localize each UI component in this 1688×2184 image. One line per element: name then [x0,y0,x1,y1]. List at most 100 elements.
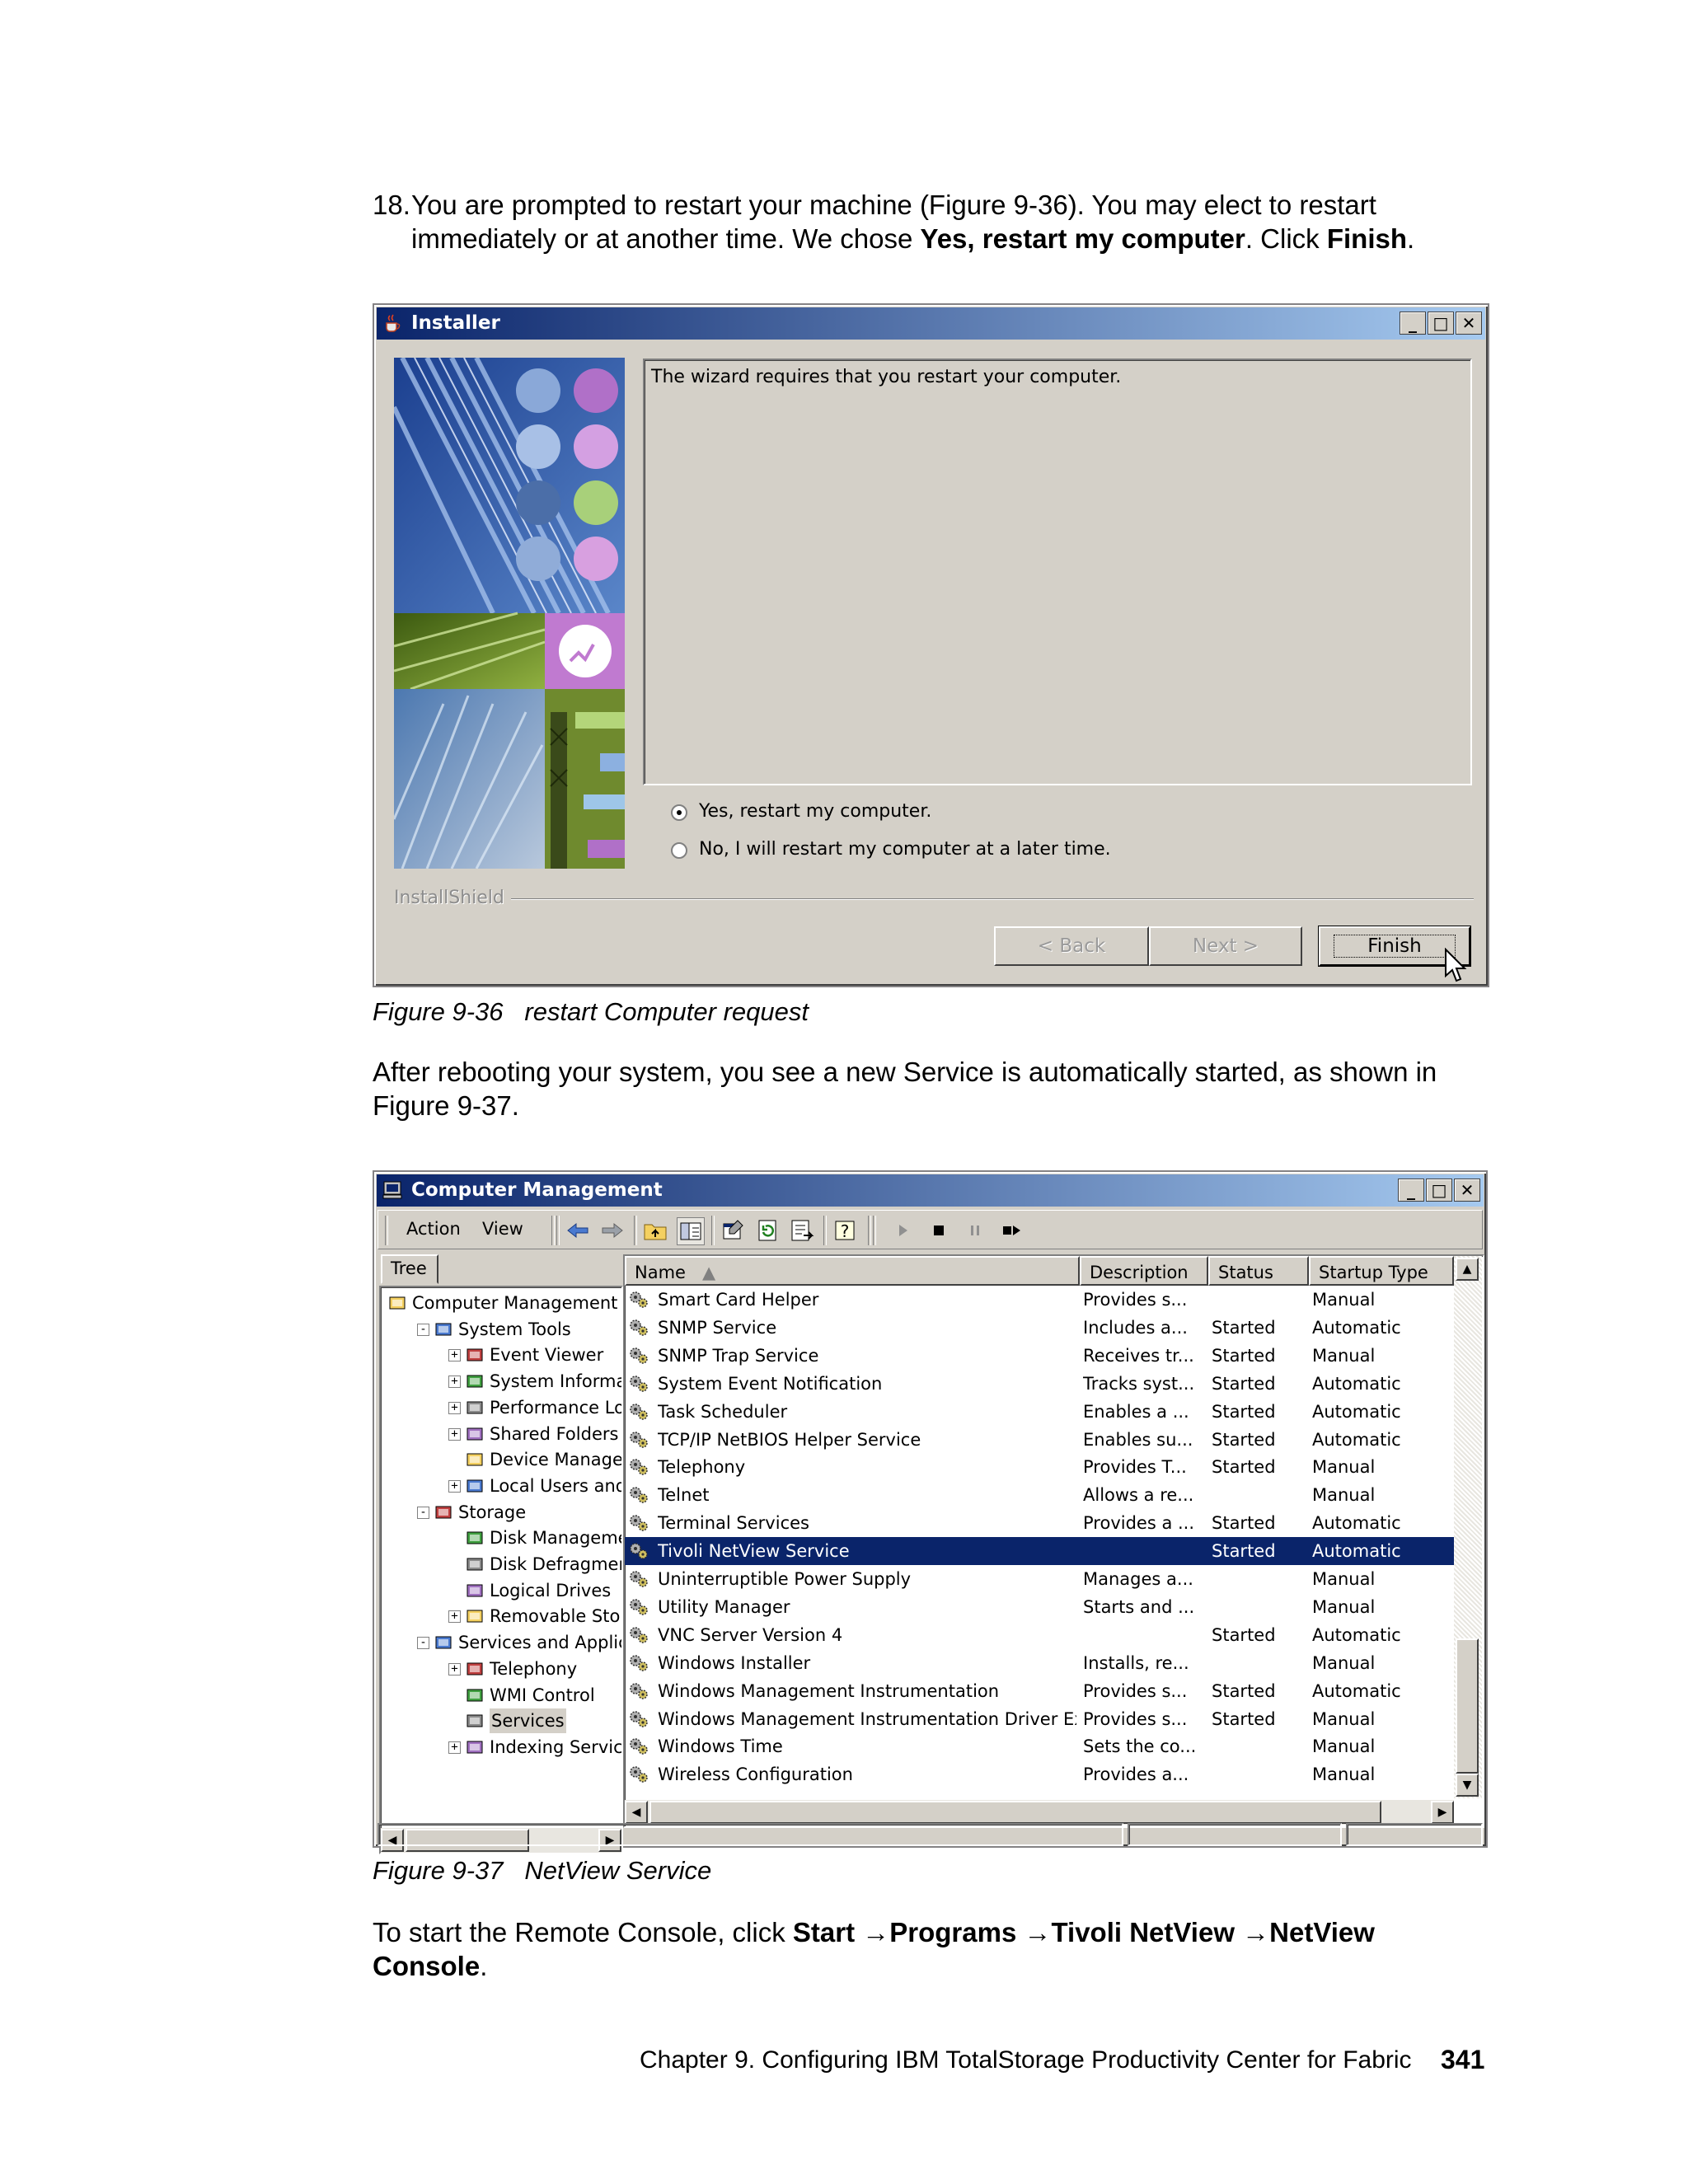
tree-item[interactable]: + Removable Stora [381,1604,621,1629]
table-row[interactable]: Terminal Services Provides a ... Started Au… [625,1509,1454,1537]
table-row[interactable]: SNMP Service Includes a... Started Automati… [625,1314,1454,1342]
reboot-paragraph: After rebooting your system, you see a n… [373,1055,1526,1122]
radio-no-label[interactable]: No, I will restart my computer at a late… [699,839,1111,860]
tree-item[interactable]: Disk Management [381,1526,621,1550]
tree-list: Computer Management (- System Tools + Event… [381,1287,621,1798]
cm-titlebar[interactable]: Computer Management _ □ ✕ [377,1174,1484,1207]
tree-item[interactable]: + Indexing Service [381,1735,621,1760]
table-row[interactable]: Smart Card Helper Provides s... Manual [625,1286,1454,1314]
col-startup-label: Startup Type [1319,1263,1428,1282]
menu-action[interactable]: Action [406,1219,461,1239]
table-row[interactable]: Telephony Provides T... Started Manual [625,1453,1454,1481]
tree-item[interactable]: Disk Defragmente [381,1552,621,1577]
tree-item[interactable]: + Shared Folders [381,1422,621,1446]
services-vscroll[interactable]: ▲ ▼ [1454,1256,1482,1798]
back-arrow-icon[interactable] [565,1217,591,1244]
table-row[interactable]: Wireless Configuration Provides a... Manua… [625,1760,1454,1788]
expand-icon[interactable]: + [448,1479,461,1493]
menu-view[interactable]: View [482,1219,523,1239]
expand-icon[interactable]: + [448,1610,461,1624]
collapse-icon[interactable]: - [417,1506,429,1519]
cell-startup: Manual [1312,1736,1376,1757]
tree-item[interactable]: + Performance Log [381,1395,621,1420]
scroll-down[interactable]: ▼ [1456,1774,1479,1797]
expand-icon[interactable]: + [448,1741,461,1754]
col-description[interactable]: Description [1080,1256,1208,1286]
cell-startup: Automatic [1312,1401,1401,1422]
tree-item[interactable]: Logical Drives [381,1578,621,1603]
tree-item[interactable]: + Event Viewer [381,1343,621,1367]
tree-item[interactable]: + Local Users and ( [381,1474,621,1498]
remote-console-line-1: To start the Remote Console, click Start… [373,1915,1526,1949]
col-status[interactable]: Status [1208,1256,1309,1286]
table-row[interactable]: Task Scheduler Enables a ... Started Automa… [625,1398,1454,1426]
up-folder-icon[interactable] [642,1217,668,1244]
cm-maximize-button[interactable]: □ [1426,1179,1452,1202]
table-row[interactable]: TCP/IP NetBIOS Helper Service Enables su.… [625,1426,1454,1454]
table-row[interactable]: Uninterruptible Power Supply Manages a...… [625,1565,1454,1593]
tree-item[interactable]: - Services and Applicat [381,1630,621,1655]
tree-item[interactable]: WMI Control [381,1683,621,1708]
export-list-icon[interactable] [789,1217,815,1244]
tree-item[interactable]: Device Manager [381,1447,621,1472]
refresh-icon[interactable] [754,1217,781,1244]
expand-icon[interactable]: + [448,1427,461,1441]
cm-close-button[interactable]: ✕ [1454,1179,1480,1202]
cell-name: Windows Management Instrumentation Drive… [658,1708,1076,1729]
figure-9-37-label: Figure 9-37 [373,1856,504,1885]
show-hide-tree-icon[interactable] [677,1217,705,1245]
forward-arrow-icon[interactable] [599,1217,626,1244]
col-startup-type[interactable]: Startup Type [1309,1256,1454,1286]
brand-divider [511,898,1474,900]
expand-icon[interactable]: + [448,1376,461,1389]
tree-tab[interactable]: Tree [381,1254,438,1284]
tree-item[interactable]: Computer Management ( [381,1291,621,1315]
maximize-button[interactable]: □ [1428,312,1454,335]
properties-icon[interactable] [720,1217,746,1244]
tree-node-icon [467,1531,483,1544]
tree-node-icon [389,1296,406,1310]
services-scroll-right[interactable]: ▶ [1431,1801,1454,1824]
tree-item[interactable]: - Storage [381,1500,621,1525]
collapse-icon[interactable]: - [417,1637,429,1650]
expand-icon[interactable]: + [448,1401,461,1414]
cm-minimize-button[interactable]: _ [1398,1179,1424,1202]
table-row[interactable]: System Event Notification Tracks syst... S… [625,1370,1454,1398]
table-row[interactable]: VNC Server Version 4 Started Automatic [625,1621,1454,1649]
next-button[interactable]: Next > [1149,926,1302,966]
pause-service-icon[interactable] [962,1217,988,1244]
collapse-icon[interactable]: - [417,1323,429,1336]
table-row[interactable]: Windows Installer Installs, re... Manual [625,1649,1454,1677]
scroll-up[interactable]: ▲ [1456,1258,1479,1281]
radio-yes-restart[interactable] [671,804,687,821]
figure-9-36-text: restart Computer request [524,997,809,1026]
tree-item[interactable]: + Telephony [381,1657,621,1681]
services-scroll-left[interactable]: ◀ [625,1801,648,1824]
radio-no-restart[interactable] [671,842,687,859]
table-row[interactable]: Utility Manager Starts and ... Manual [625,1593,1454,1621]
start-service-icon[interactable] [889,1217,916,1244]
help-icon[interactable]: ? [832,1217,858,1244]
table-row[interactable]: Telnet Allows a re... Manual [625,1481,1454,1509]
restart-service-icon[interactable] [998,1217,1025,1244]
back-button[interactable]: < Back [994,926,1149,966]
tree-item[interactable]: - System Tools [381,1317,621,1342]
table-row[interactable]: Windows Time Sets the co... Manual [625,1732,1454,1760]
tree-item[interactable]: + System Informati [381,1369,621,1394]
expand-icon[interactable]: + [448,1662,461,1675]
installer-titlebar[interactable]: Installer _ □ ✕ [377,307,1485,340]
table-row[interactable]: Windows Management Instrumentation Provid… [625,1677,1454,1705]
table-row[interactable]: Tivoli NetView Service Started Automatic [625,1537,1454,1566]
table-row[interactable]: Windows Management Instrumentation Drive… [625,1705,1454,1733]
radio-yes-label[interactable]: Yes, restart my computer. [699,801,931,822]
table-row[interactable]: SNMP Trap Service Receives tr... Started Ma… [625,1342,1454,1370]
services-scroll-thumb[interactable] [1456,1638,1479,1774]
expand-icon[interactable]: + [448,1349,461,1362]
stop-service-icon[interactable] [926,1217,952,1244]
close-button[interactable]: ✕ [1456,312,1482,335]
tree-item[interactable]: Services [381,1708,621,1734]
cell-status: Started [1212,1457,1276,1478]
services-hscroll-thumb[interactable] [649,1801,1381,1824]
minimize-button[interactable]: _ [1400,312,1426,335]
col-name[interactable]: Name ▲ [625,1256,1080,1286]
